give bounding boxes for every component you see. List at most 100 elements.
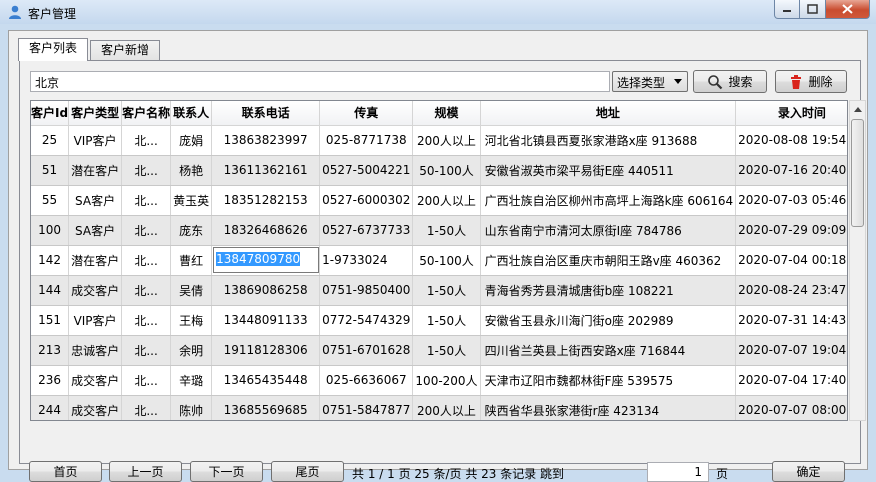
table-cell[interactable]: 2020-08-08 19:54:59	[735, 125, 847, 156]
search-button[interactable]: 搜索	[693, 70, 767, 93]
table-cell[interactable]: 山东省南宁市清河太原街I座 784786	[480, 215, 737, 246]
table-cell[interactable]: 2020-07-29 09:09:15	[735, 215, 847, 246]
table-cell[interactable]: 18326468626	[211, 215, 321, 246]
table-cell[interactable]: 55	[31, 185, 70, 216]
table-cell[interactable]: 陈帅	[170, 395, 213, 420]
table-cell[interactable]: 北...	[121, 305, 172, 336]
first-page-button[interactable]: 首页	[29, 461, 102, 482]
delete-button[interactable]: 删除	[775, 70, 847, 93]
table-cell[interactable]: 曹红	[170, 245, 213, 276]
table-row[interactable]: 144 成交客户 北... 吴倩 13869086258 0751-9850400 1-50…	[31, 275, 847, 306]
table-row[interactable]: 51 潜在客户 北... 杨艳 13611362161 0527-5004221 50-10…	[31, 155, 847, 186]
table-cell[interactable]: 1-50人	[412, 215, 481, 246]
table-cell[interactable]: SA客户	[68, 215, 123, 246]
table-cell[interactable]: 0751-5847877	[319, 395, 414, 420]
table-cell[interactable]: 213	[31, 335, 70, 366]
table-cell[interactable]: VIP客户	[68, 305, 123, 336]
table-cell[interactable]: 13465435448	[211, 365, 321, 396]
table-cell[interactable]: 25	[31, 125, 70, 156]
table-cell[interactable]: 2020-07-07 19:04:30	[735, 335, 847, 366]
table-cell[interactable]: 151	[31, 305, 70, 336]
table-cell[interactable]: 142	[31, 245, 70, 276]
last-page-button[interactable]: 尾页	[271, 461, 344, 482]
close-button[interactable]	[826, 0, 870, 19]
table-cell[interactable]: 北...	[121, 245, 172, 276]
table-cell[interactable]: 北...	[121, 185, 172, 216]
table-cell[interactable]: 北...	[121, 275, 172, 306]
table-cell[interactable]: 13448091133	[211, 305, 321, 336]
maximize-button[interactable]	[800, 0, 826, 19]
table-row[interactable]: 100 SA客户 北... 庞东 18326468626 0527-6737733 1-50…	[31, 215, 847, 246]
table-cell[interactable]: 黄玉英	[170, 185, 213, 216]
table-cell[interactable]: 100-200人	[412, 365, 481, 396]
table-cell[interactable]: 北...	[121, 365, 172, 396]
table-cell[interactable]: 0527-6000302	[319, 185, 414, 216]
table-cell[interactable]: 广西壮族自治区柳州市高坪上海路k座 606164	[480, 185, 737, 216]
table-cell[interactable]: 天津市辽阳市魏都林街F座 539575	[480, 365, 737, 396]
table-cell[interactable]: 杨艳	[170, 155, 213, 186]
table-cell[interactable]: 0527-6737733	[319, 215, 414, 246]
table-cell[interactable]: 1-50人	[412, 305, 481, 336]
table-cell[interactable]: 潜在客户	[68, 155, 123, 186]
table-cell[interactable]: 200人以上	[412, 185, 481, 216]
table-cell[interactable]: 1-50人	[412, 275, 481, 306]
table-cell[interactable]: 200人以上	[412, 125, 481, 156]
table-cell[interactable]: 陕西省华县张家港街r座 423134	[480, 395, 737, 420]
cell-edit-box[interactable]: 13847809780	[213, 247, 319, 273]
table-cell[interactable]: 2020-07-04 17:40:10	[735, 365, 847, 396]
table-cell[interactable]: 13863823997	[211, 125, 321, 156]
tab-customer-add[interactable]: 客户新增	[90, 40, 161, 61]
table-cell[interactable]: 北...	[121, 125, 172, 156]
scroll-thumb[interactable]	[851, 119, 864, 227]
table-cell[interactable]: 244	[31, 395, 70, 420]
table-cell[interactable]: 0751-6701628	[319, 335, 414, 366]
table-cell[interactable]: 忠诚客户	[68, 335, 123, 366]
table-cell[interactable]: 13847809780	[211, 245, 321, 276]
table-cell[interactable]: 河北省北镇县西夏张家港路x座 913688	[480, 125, 737, 156]
table-cell[interactable]: 余明	[170, 335, 213, 366]
table-cell[interactable]: 0527-5004221	[319, 155, 414, 186]
column-header[interactable]: 规模	[412, 101, 481, 126]
table-cell[interactable]: 北...	[121, 155, 172, 186]
table-cell[interactable]: 0751-9850400	[319, 275, 414, 306]
column-header[interactable]: 地址	[480, 101, 737, 126]
table-cell[interactable]: 成交客户	[68, 365, 123, 396]
table-row[interactable]: 213 忠诚客户 北... 余明 19118128306 0751-6701628 1-50…	[31, 335, 847, 366]
table-row[interactable]: 236 成交客户 北... 辛璐 13465435448 025-6636067 100-2…	[31, 365, 847, 396]
table-cell[interactable]: 北...	[121, 335, 172, 366]
table-cell[interactable]: 2020-07-04 00:18:10	[735, 245, 847, 276]
table-cell[interactable]: 安徽省淑英市梁平易街E座 440511	[480, 155, 737, 186]
column-header[interactable]: 客户Id	[31, 101, 70, 126]
table-cell[interactable]: 1-9733024	[319, 245, 414, 276]
column-header[interactable]: 联系电话	[211, 101, 321, 126]
table-cell[interactable]: 025-8771738	[319, 125, 414, 156]
table-cell[interactable]: 13611362161	[211, 155, 321, 186]
table-cell[interactable]: 236	[31, 365, 70, 396]
table-cell[interactable]: 北...	[121, 395, 172, 420]
table-cell[interactable]: 成交客户	[68, 275, 123, 306]
scroll-up-icon[interactable]	[850, 101, 865, 118]
column-header[interactable]: 录入时间	[735, 101, 847, 126]
vertical-scrollbar[interactable]	[849, 100, 866, 421]
table-cell[interactable]: 辛璐	[170, 365, 213, 396]
search-input[interactable]: 北京	[30, 71, 610, 92]
table-cell[interactable]: 2020-07-31 14:43:05	[735, 305, 847, 336]
table-cell[interactable]: 2020-07-16 20:40:49	[735, 155, 847, 186]
table-cell[interactable]: 王梅	[170, 305, 213, 336]
table-cell[interactable]: 庞娟	[170, 125, 213, 156]
confirm-button[interactable]: 确定	[772, 461, 845, 482]
tab-customer-list[interactable]: 客户列表	[18, 38, 89, 61]
table-row[interactable]: 151 VIP客户 北... 王梅 13448091133 0772-5474329 1-5…	[31, 305, 847, 336]
table-cell[interactable]: 200人以上	[412, 395, 481, 420]
table-row[interactable]: 244 成交客户 北... 陈帅 13685569685 0751-5847877 200人…	[31, 395, 847, 420]
table-cell[interactable]: 四川省兰英县上街西安路x座 716844	[480, 335, 737, 366]
table-cell[interactable]: SA客户	[68, 185, 123, 216]
table-cell[interactable]: 2020-07-07 08:00:47	[735, 395, 847, 420]
table-cell[interactable]: 2020-07-03 05:46:14	[735, 185, 847, 216]
table-cell[interactable]: 0772-5474329	[319, 305, 414, 336]
table-cell[interactable]: 19118128306	[211, 335, 321, 366]
table-cell[interactable]: 50-100人	[412, 155, 481, 186]
table-cell[interactable]: 50-100人	[412, 245, 481, 276]
table-cell[interactable]: 潜在客户	[68, 245, 123, 276]
table-cell[interactable]: 1-50人	[412, 335, 481, 366]
